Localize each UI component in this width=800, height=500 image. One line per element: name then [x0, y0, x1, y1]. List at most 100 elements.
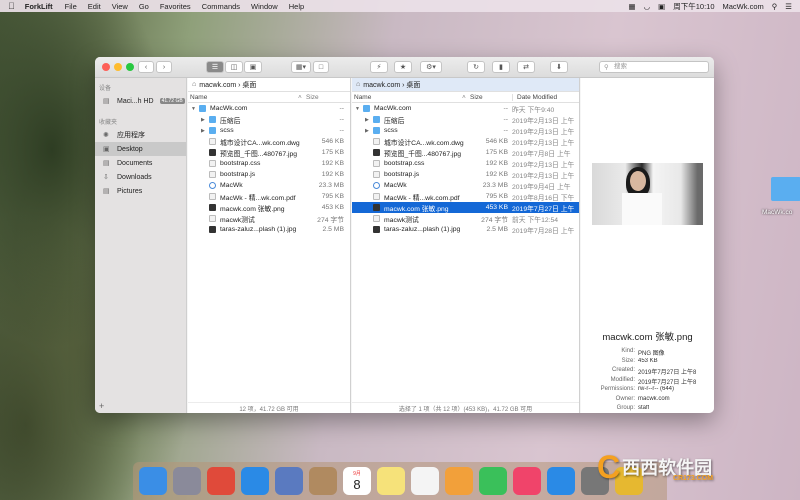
- column-size-header[interactable]: Size: [470, 94, 512, 101]
- column-view-button[interactable]: ◫: [225, 61, 243, 73]
- left-path-bar[interactable]: ⌂ macwk.com › 桌面: [188, 78, 350, 92]
- add-favorite-button[interactable]: +: [99, 401, 104, 411]
- menu-file[interactable]: File: [65, 2, 77, 11]
- photo-viewer-icon[interactable]: [275, 467, 303, 495]
- path-text[interactable]: macwk.com › 桌面: [363, 80, 420, 90]
- app-store-icon[interactable]: [547, 467, 575, 495]
- search-input[interactable]: ⚲ 搜索: [599, 61, 709, 73]
- menu-clock[interactable]: 周下午10:10: [673, 1, 714, 12]
- disclosure-triangle-icon[interactable]: ▶: [365, 117, 373, 123]
- disclosure-triangle-icon[interactable]: ▶: [201, 117, 209, 123]
- arrange-button[interactable]: ▦▾: [291, 61, 311, 73]
- table-row[interactable]: taras-zaluz...plash (1).jpg 2.5 MB: [188, 224, 350, 235]
- action-menu-button[interactable]: ⚙▾: [420, 61, 442, 73]
- table-row[interactable]: 预览图_千图...480767.jpg 175 KB: [188, 147, 350, 158]
- launchpad-icon[interactable]: [173, 467, 201, 495]
- table-row[interactable]: MacWk 23.3 MB: [188, 180, 350, 191]
- right-file-pane[interactable]: ⌂ macwk.com › 桌面 Name ˄ Size Date Modifi…: [352, 78, 580, 413]
- list-icon[interactable]: ☰: [785, 2, 792, 11]
- disclosure-triangle-icon[interactable]: ▶: [201, 128, 209, 134]
- quick-actions-button[interactable]: ⚡: [370, 61, 388, 73]
- menu-user[interactable]: MacWk.com: [723, 2, 764, 11]
- chrome-icon[interactable]: [207, 467, 235, 495]
- column-name-header[interactable]: Name: [188, 94, 298, 101]
- column-date-header[interactable]: Date Modified: [512, 93, 578, 101]
- desktop-folder-icon[interactable]: [771, 177, 800, 201]
- split-view-button[interactable]: ▣: [244, 61, 262, 73]
- right-path-bar[interactable]: ⌂ macwk.com › 桌面: [352, 78, 579, 92]
- minimize-window-button[interactable]: [114, 63, 122, 71]
- table-row[interactable]: 城市设计CA...wk.com.dwg 546 KB: [188, 136, 350, 147]
- notes-icon[interactable]: [377, 467, 405, 495]
- apple-menu-icon[interactable]: : [8, 1, 15, 11]
- table-row[interactable]: MacWk - 精...wk.com.pdf 795 KB 2019年8月16日 下…: [352, 191, 579, 202]
- calendar-icon[interactable]: 9月 8: [343, 467, 371, 495]
- table-row[interactable]: bootstrap.css 192 KB 2019年2月13日 上午: [352, 158, 579, 169]
- terminal-button[interactable]: ▮: [492, 61, 510, 73]
- table-row[interactable]: 城市设计CA...wk.com.dwg 546 KB 2019年2月13日 上午: [352, 136, 579, 147]
- menu-edit[interactable]: Edit: [88, 2, 101, 11]
- table-row[interactable]: taras-zaluz...plash (1).jpg 2.5 MB 2019年7月…: [352, 224, 579, 235]
- path-text[interactable]: macwk.com › 桌面: [199, 80, 256, 90]
- menu-commands[interactable]: Commands: [202, 2, 240, 11]
- disclosure-triangle-icon[interactable]: ▼: [355, 106, 363, 112]
- search-icon[interactable]: ⚲: [772, 2, 778, 11]
- reminders-icon[interactable]: [411, 467, 439, 495]
- messages-icon[interactable]: [479, 467, 507, 495]
- column-name-header[interactable]: Name: [352, 94, 462, 101]
- new-file-button[interactable]: □: [313, 61, 329, 73]
- menu-extra-icon[interactable]: ▦: [629, 2, 636, 11]
- sidebar-item-desktop[interactable]: ▣ Desktop: [95, 142, 186, 156]
- disclosure-triangle-icon[interactable]: ▼: [191, 106, 199, 112]
- display-icon[interactable]: ▣: [658, 2, 665, 11]
- table-row[interactable]: bootstrap.js 192 KB: [188, 169, 350, 180]
- sidebar-item-disk[interactable]: ▤ Maci...h HD 41.72 GB: [95, 94, 186, 108]
- table-row[interactable]: macwk测试 274 字节 前天 下午12:54: [352, 213, 579, 224]
- column-size-header[interactable]: Size: [306, 94, 334, 101]
- table-row[interactable]: 预览图_千图...480767.jpg 175 KB 2019年7月8日 上午: [352, 147, 579, 158]
- table-row[interactable]: bootstrap.css 192 KB: [188, 158, 350, 169]
- table-row[interactable]: macwk测试 274 字节: [188, 213, 350, 224]
- zoom-window-button[interactable]: [126, 63, 134, 71]
- photos-icon[interactable]: [445, 467, 473, 495]
- wifi-icon[interactable]: ◡: [644, 2, 651, 11]
- back-button[interactable]: ‹: [138, 61, 154, 73]
- contacts-icon[interactable]: [309, 467, 337, 495]
- metadata-value: 453 KB: [638, 357, 658, 364]
- sidebar-item-applications[interactable]: ✺ 应用程序: [95, 128, 186, 142]
- left-file-pane[interactable]: ⌂ macwk.com › 桌面 Name ˄ Size ▼ MacWk.com -…: [188, 78, 351, 413]
- sidebar-item-downloads[interactable]: ⇩ Downloads: [95, 170, 186, 184]
- table-row[interactable]: ▶ scss -- 2019年2月13日 上午: [352, 125, 579, 136]
- sidebar-item-pictures[interactable]: ▤ Pictures: [95, 184, 186, 198]
- table-row[interactable]: ▼ MacWk.com --: [188, 103, 350, 114]
- table-row[interactable]: bootstrap.js 192 KB 2019年2月13日 上午: [352, 169, 579, 180]
- table-row[interactable]: ▶ 压缩后 --: [188, 114, 350, 125]
- desktop-folder-label[interactable]: MacWk.co: [762, 209, 792, 216]
- music-icon[interactable]: [513, 467, 541, 495]
- table-row[interactable]: MacWk 23.3 MB 2019年9月4日 上午: [352, 180, 579, 191]
- menu-view[interactable]: View: [112, 2, 128, 11]
- forward-button[interactable]: ›: [156, 61, 172, 73]
- table-row[interactable]: macwk.com 张敏.png 453 KB: [188, 202, 350, 213]
- table-row[interactable]: ▶ 压缩后 -- 2019年2月13日 上午: [352, 114, 579, 125]
- table-row[interactable]: ▶ scss --: [188, 125, 350, 136]
- favorites-button[interactable]: ★: [394, 61, 412, 73]
- menu-app-name[interactable]: ForkLift: [25, 2, 53, 11]
- file-icon: [209, 160, 216, 167]
- list-view-button[interactable]: ☰: [206, 61, 224, 73]
- table-row[interactable]: MacWk - 精...wk.com.pdf 795 KB: [188, 191, 350, 202]
- menu-window[interactable]: Window: [251, 2, 278, 11]
- sync-button[interactable]: ↻: [467, 61, 485, 73]
- menu-help[interactable]: Help: [289, 2, 304, 11]
- download-button[interactable]: ⬇: [550, 61, 568, 73]
- connect-button[interactable]: ⇄: [517, 61, 535, 73]
- menu-go[interactable]: Go: [139, 2, 149, 11]
- safari-icon[interactable]: [241, 467, 269, 495]
- table-row[interactable]: ▼ MacWk.com -- 昨天 下午9:40: [352, 103, 579, 114]
- close-window-button[interactable]: [102, 63, 110, 71]
- table-row[interactable]: macwk.com 张敏.png 453 KB 2019年7月27日 上午: [352, 202, 579, 213]
- sidebar-item-documents[interactable]: ▤ Documents: [95, 156, 186, 170]
- finder-icon[interactable]: [139, 467, 167, 495]
- disclosure-triangle-icon[interactable]: ▶: [365, 128, 373, 134]
- menu-favorites[interactable]: Favorites: [160, 2, 191, 11]
